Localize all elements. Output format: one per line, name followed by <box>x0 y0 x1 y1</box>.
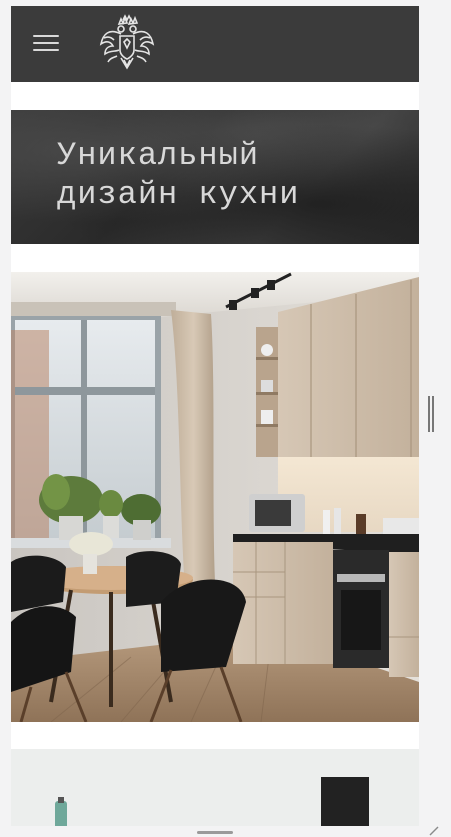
hero-banner: Уникальный дизайн кухни <box>11 110 419 244</box>
side-drag-handle[interactable] <box>428 396 434 432</box>
menu-line <box>33 42 59 44</box>
menu-line <box>33 49 59 51</box>
home-indicator[interactable] <box>197 831 233 834</box>
banner-title: Уникальный дизайн кухни <box>57 136 397 214</box>
banner-title-line-1: Уникальный <box>57 137 260 174</box>
kitchen-photo <box>11 272 419 722</box>
top-header <box>11 6 419 82</box>
second-photo-preview <box>11 749 419 826</box>
eagle-crest-icon[interactable] <box>97 14 157 74</box>
page-content: Уникальный дизайн кухни <box>11 6 419 826</box>
menu-line <box>33 35 59 37</box>
menu-button[interactable] <box>31 32 61 54</box>
resize-corner-icon <box>429 826 439 836</box>
banner-title-line-2: дизайн кухни <box>57 176 300 213</box>
